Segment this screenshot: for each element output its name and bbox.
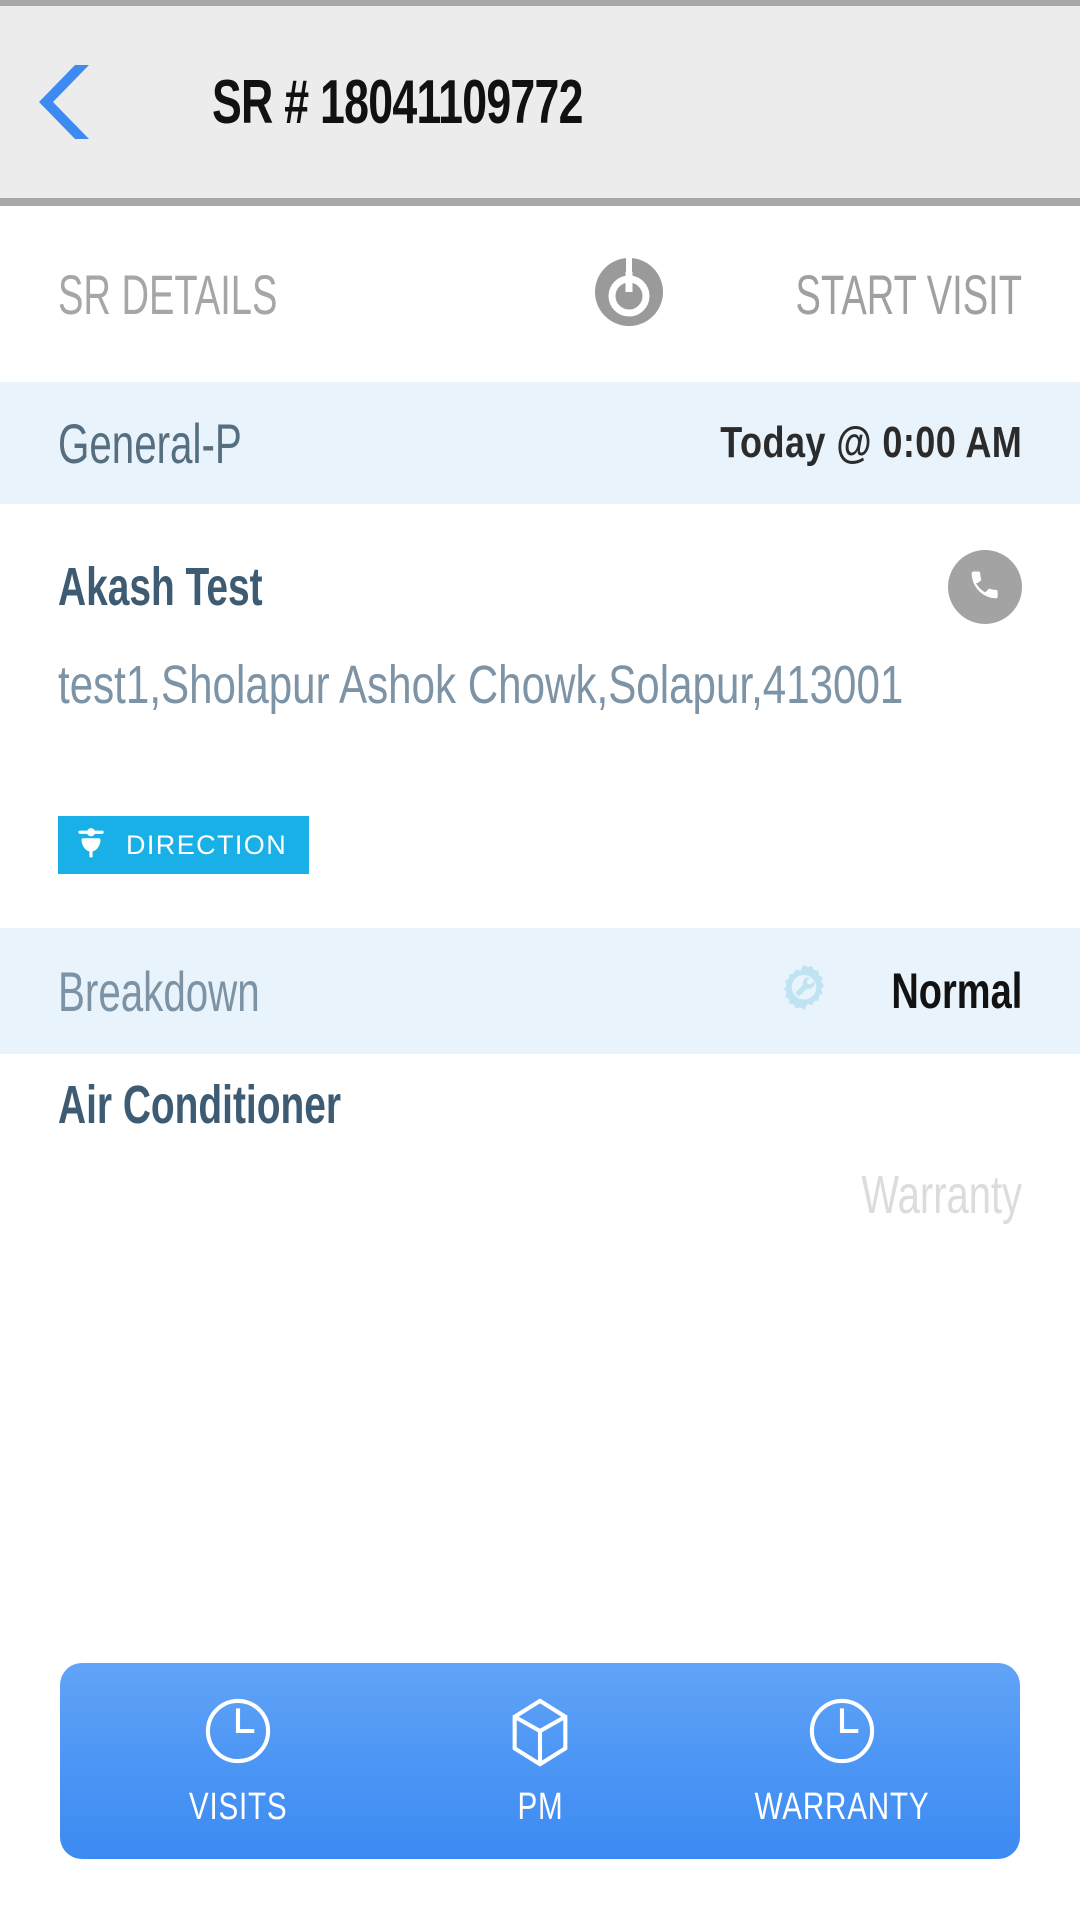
service-schedule-text: Today @ 0:00 AM [720, 418, 1022, 467]
direction-label: DIRECTION [126, 829, 288, 860]
problem-label: Breakdown [58, 959, 260, 1023]
bottom-tab-bar: VISITS PM WARRANTY [60, 1663, 1020, 1859]
priority-group: Normal [776, 961, 1022, 1022]
clock-icon [804, 1693, 880, 1774]
phone-icon [965, 565, 1005, 610]
box-3d-icon [502, 1693, 578, 1774]
scooter-icon [72, 824, 110, 867]
section-header: SR DETAILS START VISIT [0, 206, 1080, 382]
page-title: SR # 18041109772 [212, 67, 583, 137]
problem-row[interactable]: Breakdown Normal [0, 928, 1080, 1054]
chevron-left-icon [33, 59, 97, 145]
direction-button[interactable]: DIRECTION [58, 816, 310, 874]
sr-details-label: SR DETAILS [58, 262, 278, 326]
service-schedule: Today @ 0:00 AM [654, 418, 1022, 468]
back-button[interactable] [0, 6, 130, 198]
asset-coverage: Warranty [861, 1165, 1022, 1225]
asset-name: Air Conditioner [58, 1075, 341, 1135]
start-visit-label: START VISIT [795, 262, 1022, 326]
sr-detail-screen: SR # 18041109772 SR DETAILS START VISIT … [0, 0, 1080, 1920]
power-visit-icon [593, 256, 665, 333]
tab-pm[interactable]: PM [410, 1663, 670, 1859]
service-type-label: General-P [58, 411, 242, 475]
start-visit-button[interactable]: START VISIT [593, 256, 1022, 333]
customer-name-row: Akash Test [0, 532, 1080, 642]
clock-icon [200, 1693, 276, 1774]
app-bar-divider [0, 198, 1080, 206]
app-bar: SR # 18041109772 [0, 6, 1080, 198]
priority-value: Normal [891, 963, 1022, 1019]
call-customer-button[interactable] [948, 550, 1022, 624]
asset-block: Air Conditioner Warranty [0, 1054, 1080, 1225]
customer-name: Akash Test [58, 557, 263, 617]
tab-visits-label: VISITS [188, 1786, 288, 1828]
customer-address: test1,Sholapur Ashok Chowk,Solapur,41300… [58, 655, 904, 715]
service-type-row[interactable]: General-P Today @ 0:00 AM [0, 382, 1080, 504]
tab-visits[interactable]: VISITS [108, 1663, 368, 1859]
gear-wrench-icon [776, 961, 832, 1022]
tab-warranty-label: WARRANTY [754, 1786, 930, 1828]
tab-pm-label: PM [516, 1786, 564, 1828]
customer-block: Akash Test test1,Sholapur Ashok Chowk,So… [0, 504, 1080, 928]
tab-warranty[interactable]: WARRANTY [712, 1663, 972, 1859]
